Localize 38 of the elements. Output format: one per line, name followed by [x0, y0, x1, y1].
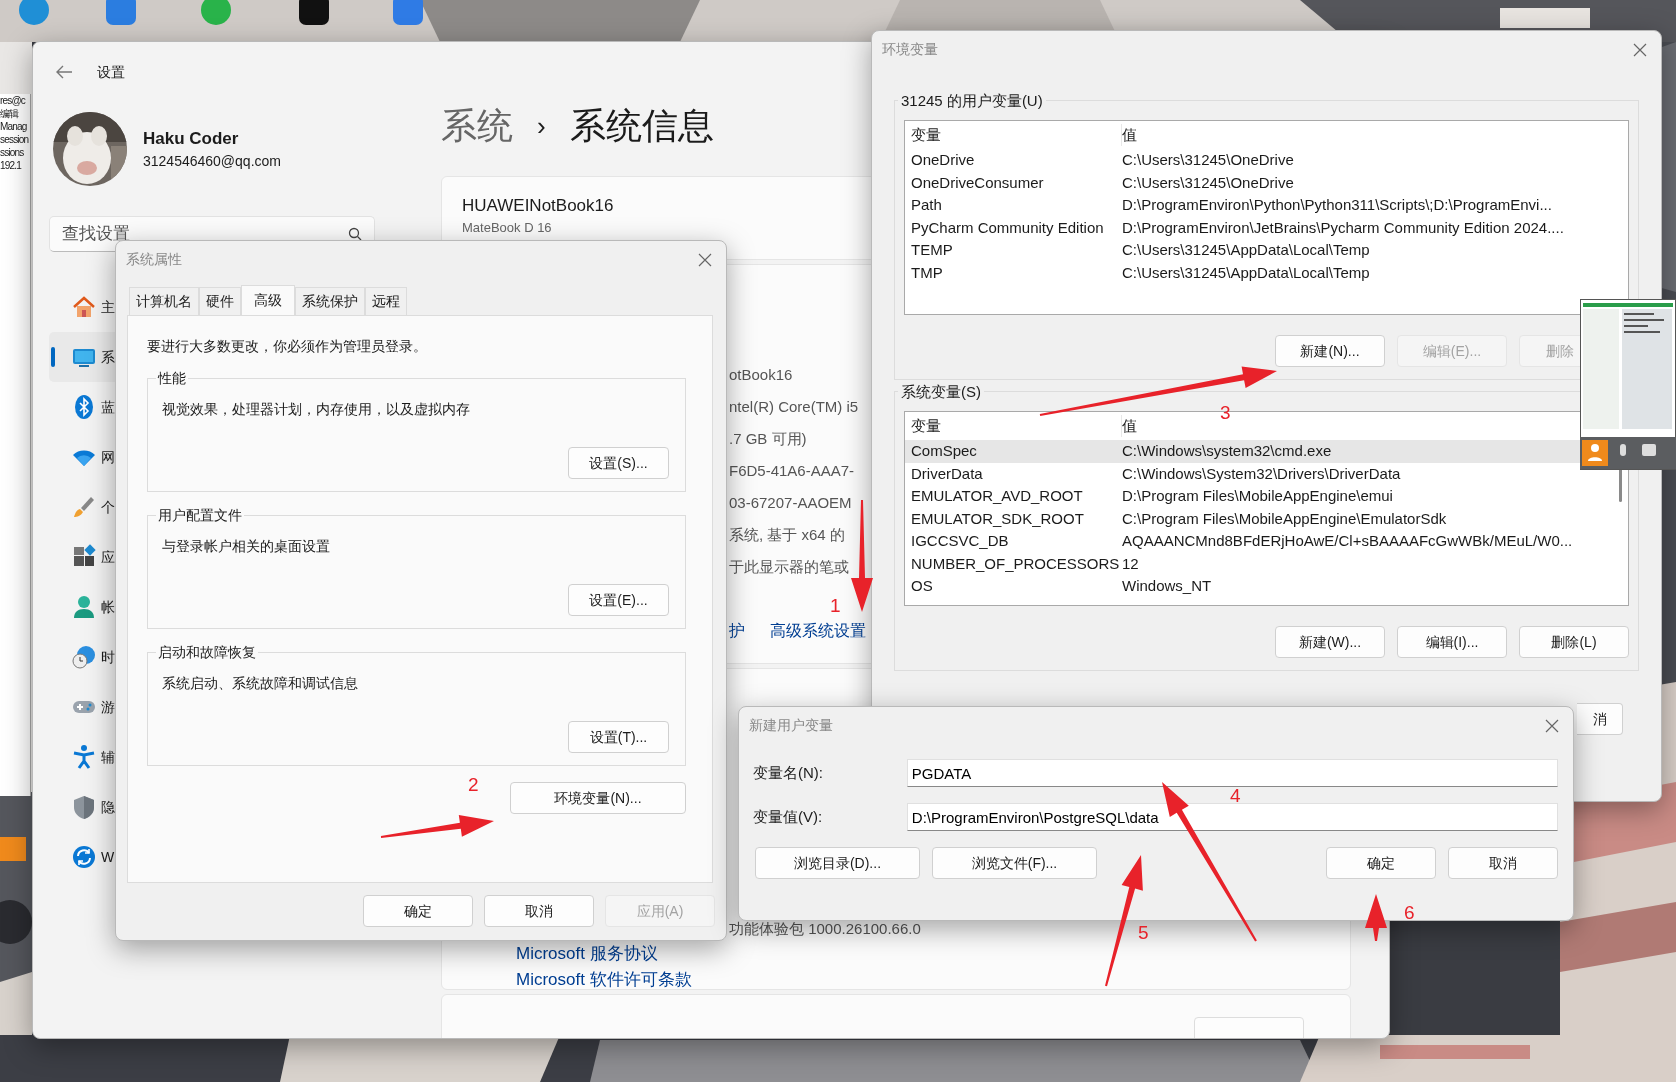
user-email: 3124546460@qq.com	[143, 152, 281, 172]
step-number: 2	[468, 775, 479, 794]
spec-text: otBook16	[729, 364, 793, 385]
field-label: 变量名(N):	[753, 762, 824, 783]
step-number: 4	[1230, 786, 1241, 805]
step-number: 6	[1404, 903, 1415, 922]
step-number: 3	[1220, 403, 1231, 422]
dialog-title: 环境变量	[882, 39, 938, 59]
dialog-title: 系统属性	[126, 249, 182, 269]
page-title: 系统信息	[569, 106, 714, 146]
column-header: 变量	[911, 123, 1122, 147]
group-title: 系统变量(S)	[900, 384, 982, 399]
group-title: 用户配置文件	[157, 508, 243, 522]
group-description: 系统启动、系统故障和调试信息	[162, 674, 359, 693]
spec-text: 于此显示器的笔或	[729, 556, 849, 577]
spec-text: 03-67207-AAOEM	[729, 492, 852, 513]
group-description: 与登录帐户相关的桌面设置	[162, 537, 331, 556]
group-description: 视觉效果，处理器计划，内存使用，以及虚拟内存	[162, 400, 471, 419]
field-label: 变量值(V):	[753, 806, 824, 827]
group-title: 31245 的用户变量(U)	[900, 93, 1044, 108]
note-text: 要进行大多数更改，你必须作为管理员登录。	[147, 337, 428, 356]
device-model: MateBook D 16	[462, 219, 552, 238]
step-number: 5	[1138, 923, 1149, 942]
breadcrumb-separator: ›	[537, 111, 546, 141]
step-number: 1	[830, 596, 841, 615]
column-header: 值	[1122, 415, 1138, 436]
group-title: 性能	[156, 371, 187, 385]
spec-text: F6D5-41A6-AAA7-	[729, 460, 855, 481]
column-header: 值	[1122, 124, 1138, 145]
spec-text: ntel(R) Core(TM) i5	[729, 396, 859, 417]
spec-text: 系统, 基于 x64 的	[729, 524, 845, 545]
user-name: Haku Coder	[143, 127, 240, 150]
window-title: 设置	[97, 62, 125, 82]
group-title: 启动和故障恢复	[157, 645, 257, 659]
spec-text: .7 GB 可用)	[729, 428, 807, 449]
dialog-title: 新建用户变量	[749, 715, 833, 735]
device-name: HUAWEINotBook16	[462, 194, 614, 217]
version-text: 功能体验包 1000.26100.66.0	[729, 918, 921, 939]
